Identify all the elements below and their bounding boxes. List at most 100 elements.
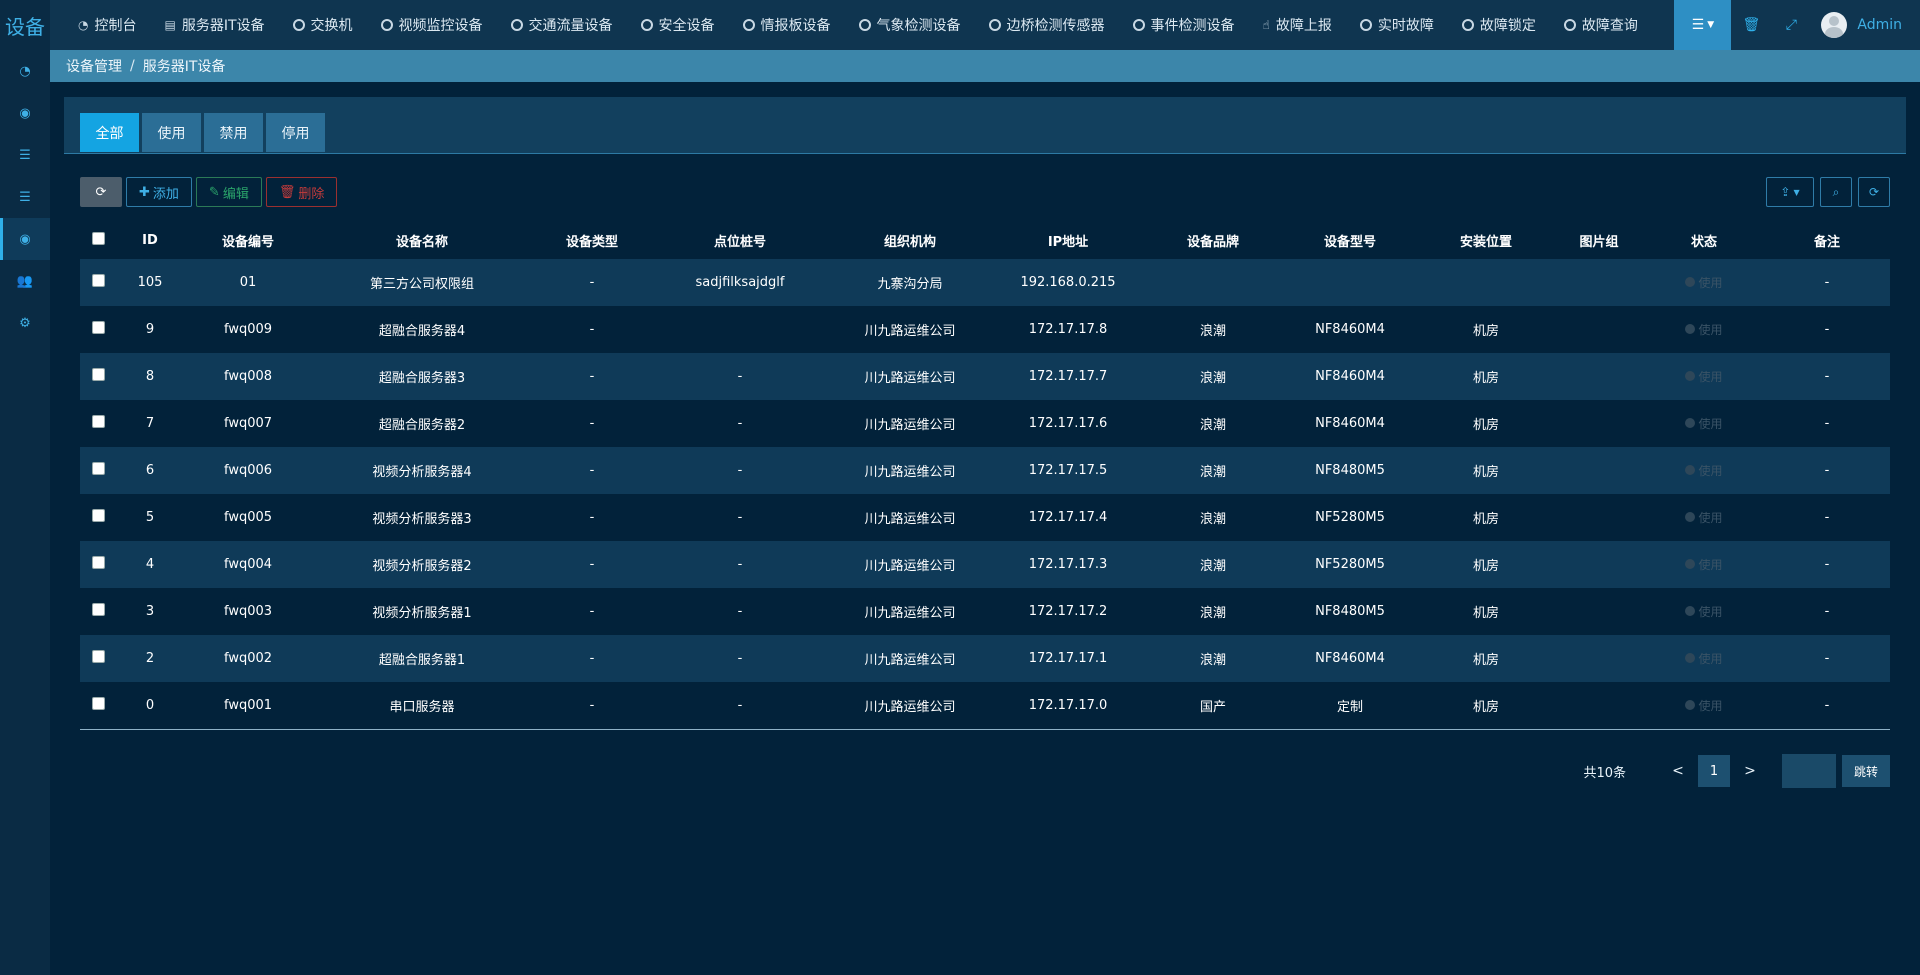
table-cell: 川九路运维公司: [828, 588, 992, 635]
select-all-checkbox[interactable]: [91, 231, 105, 245]
breadcrumb-parent[interactable]: 设备管理: [66, 56, 122, 76]
table-cell: 浪潮: [1144, 400, 1282, 447]
sidebar-item-settings[interactable]: ⚙: [0, 302, 50, 344]
nav-item-12[interactable]: 故障锁定: [1448, 0, 1550, 50]
add-button[interactable]: ✚ 添加: [126, 177, 192, 207]
sidebar-item-list-1[interactable]: ☰: [0, 134, 50, 176]
row-select-cell[interactable]: [80, 306, 116, 353]
row-select-cell[interactable]: [80, 447, 116, 494]
nav-item-7[interactable]: 气象检测设备: [845, 0, 975, 50]
table-cell: -: [652, 353, 828, 400]
refresh-button[interactable]: ⟳: [80, 177, 122, 207]
pencil-icon: ✎: [208, 184, 220, 200]
table-row[interactable]: 105 01 第三方公司权限组 - sadjfilksajdglf 九寨沟分局 192.16…: [80, 259, 1890, 306]
row-select-cell[interactable]: [80, 588, 116, 635]
edit-button[interactable]: ✎ 编辑: [195, 177, 262, 207]
table-cell: NF8480M5: [1282, 588, 1418, 635]
table-cell: -: [652, 447, 828, 494]
table-row[interactable]: 0 fwq001 串口服务器 - - 川九路运维公司 172.17.17.0 国产 定制 机房 使用…: [80, 682, 1890, 730]
table-cell: [1554, 635, 1644, 682]
fullscreen-icon[interactable]: ⤢: [1771, 0, 1811, 50]
circle-icon: [1563, 19, 1576, 31]
table-cell: 7: [116, 400, 184, 447]
row-select-cell[interactable]: [80, 259, 116, 306]
menu-toggle-button[interactable]: ☰ ▼: [1674, 0, 1732, 50]
nav-item-1[interactable]: ▤ 服务器IT设备: [150, 0, 278, 50]
row-select-cell[interactable]: [80, 353, 116, 400]
prev-page-button[interactable]: <: [1658, 763, 1698, 779]
tab-all[interactable]: 全部: [80, 113, 139, 152]
table-row[interactable]: 8 fwq008 超融合服务器3- - 川九路运维公司 172.17.17.7 浪潮 NF84…: [80, 353, 1890, 400]
table-row[interactable]: 2 fwq002 超融合服务器1- - 川九路运维公司 172.17.17.1 浪潮 NF84…: [80, 635, 1890, 682]
export-button[interactable]: ⇪ ▼: [1766, 177, 1814, 207]
tab-in-use[interactable]: 使用: [142, 113, 201, 152]
sidebar-item-users[interactable]: 👥: [0, 260, 50, 302]
table-row[interactable]: 9 fwq009 超融合服务器4- 川九路运维公司 172.17.17.8 浪潮 NF846…: [80, 306, 1890, 353]
row-checkbox[interactable]: [91, 556, 105, 569]
row-checkbox[interactable]: [91, 462, 105, 475]
nav-item-0[interactable]: ◔ 控制台: [64, 0, 150, 50]
page-number-current[interactable]: 1: [1698, 755, 1730, 787]
status-dot-icon: [1685, 277, 1696, 288]
page-jump-button[interactable]: 跳转: [1842, 755, 1890, 787]
nav-item-11[interactable]: 实时故障: [1346, 0, 1448, 50]
table-row[interactable]: 5 fwq005 视频分析服务器3- - 川九路运维公司 172.17.17.4 浪潮 NF5…: [80, 494, 1890, 541]
nav-item-3[interactable]: 视频监控设备: [367, 0, 497, 50]
table-row[interactable]: 7 fwq007 超融合服务器2- - 川九路运维公司 172.17.17.6 浪潮 NF84…: [80, 400, 1890, 447]
table-cell: [1554, 400, 1644, 447]
row-select-cell[interactable]: [80, 635, 116, 682]
nav-item-5[interactable]: 安全设备: [627, 0, 729, 50]
row-select-cell[interactable]: [80, 682, 116, 730]
nav-item-8[interactable]: 边桥检测传感器: [975, 0, 1119, 50]
row-checkbox[interactable]: [91, 368, 105, 381]
nav-item-2[interactable]: 交换机: [279, 0, 367, 50]
tab-disabled[interactable]: 禁用: [204, 113, 263, 152]
table-cell: [1418, 259, 1554, 306]
row-checkbox[interactable]: [91, 509, 105, 522]
row-checkbox[interactable]: [91, 415, 105, 428]
circle-icon: [858, 19, 871, 31]
table-cell: -: [532, 306, 652, 353]
user-menu[interactable]: Admin: [1811, 12, 1920, 38]
table-cell: -: [532, 635, 652, 682]
hand-icon: ☝: [1262, 18, 1270, 32]
table-row[interactable]: 3 fwq003 视频分析服务器1- - 川九路运维公司 172.17.17.2 浪潮 NF8…: [80, 588, 1890, 635]
nav-item-13[interactable]: 故障查询: [1550, 0, 1652, 50]
row-checkbox[interactable]: [91, 274, 105, 287]
nav-item-4[interactable]: 交通流量设备: [497, 0, 627, 50]
table-cell: fwq007: [184, 400, 312, 447]
delete-button[interactable]: 🗑 删除: [265, 177, 338, 207]
nav-item-10[interactable]: ☝ 故障上报: [1249, 0, 1346, 50]
nav-item-9[interactable]: 事件检测设备: [1119, 0, 1249, 50]
next-page-button[interactable]: >: [1730, 763, 1770, 779]
table-row[interactable]: 6 fwq006 视频分析服务器4- - 川九路运维公司 172.17.17.5 浪潮 NF8…: [80, 447, 1890, 494]
sidebar-item-dashboard[interactable]: ◔: [0, 50, 50, 92]
row-checkbox[interactable]: [91, 697, 105, 710]
table-row[interactable]: 4 fwq004 视频分析服务器2- - 川九路运维公司 172.17.17.3 浪潮 NF5…: [80, 541, 1890, 588]
sidebar-item-monitor[interactable]: ◉: [0, 92, 50, 134]
tab-stopped[interactable]: 停用: [266, 113, 325, 152]
row-checkbox[interactable]: [91, 321, 105, 334]
status-label: 使用: [1698, 557, 1723, 572]
sidebar-item-list-2[interactable]: ☰: [0, 176, 50, 218]
table-cell: NF8460M4: [1282, 353, 1418, 400]
gears-icon: ⚙: [19, 315, 31, 331]
header-select-all[interactable]: [80, 221, 116, 259]
table-body: 105 01 第三方公司权限组 - sadjfilksajdglf 九寨沟分局 192.16…: [80, 259, 1890, 730]
brand-logo[interactable]: 设备: [0, 0, 50, 50]
table-cell: -: [532, 682, 652, 730]
row-select-cell[interactable]: [80, 400, 116, 447]
row-select-cell[interactable]: [80, 541, 116, 588]
sidebar-item-devices[interactable]: ◉: [0, 218, 50, 260]
nav-item-6[interactable]: 情报板设备: [729, 0, 845, 50]
trash-icon: 🗑: [278, 184, 296, 200]
reload-button[interactable]: ⟳: [1858, 177, 1890, 207]
circle-icon: [1132, 19, 1145, 31]
trash-icon[interactable]: 🗑: [1731, 0, 1771, 50]
row-select-cell[interactable]: [80, 494, 116, 541]
ring-shape: [292, 19, 305, 31]
page-jump-input[interactable]: [1782, 754, 1836, 788]
row-checkbox[interactable]: [91, 650, 105, 663]
search-button[interactable]: ⌕: [1820, 177, 1852, 207]
row-checkbox[interactable]: [91, 603, 105, 616]
